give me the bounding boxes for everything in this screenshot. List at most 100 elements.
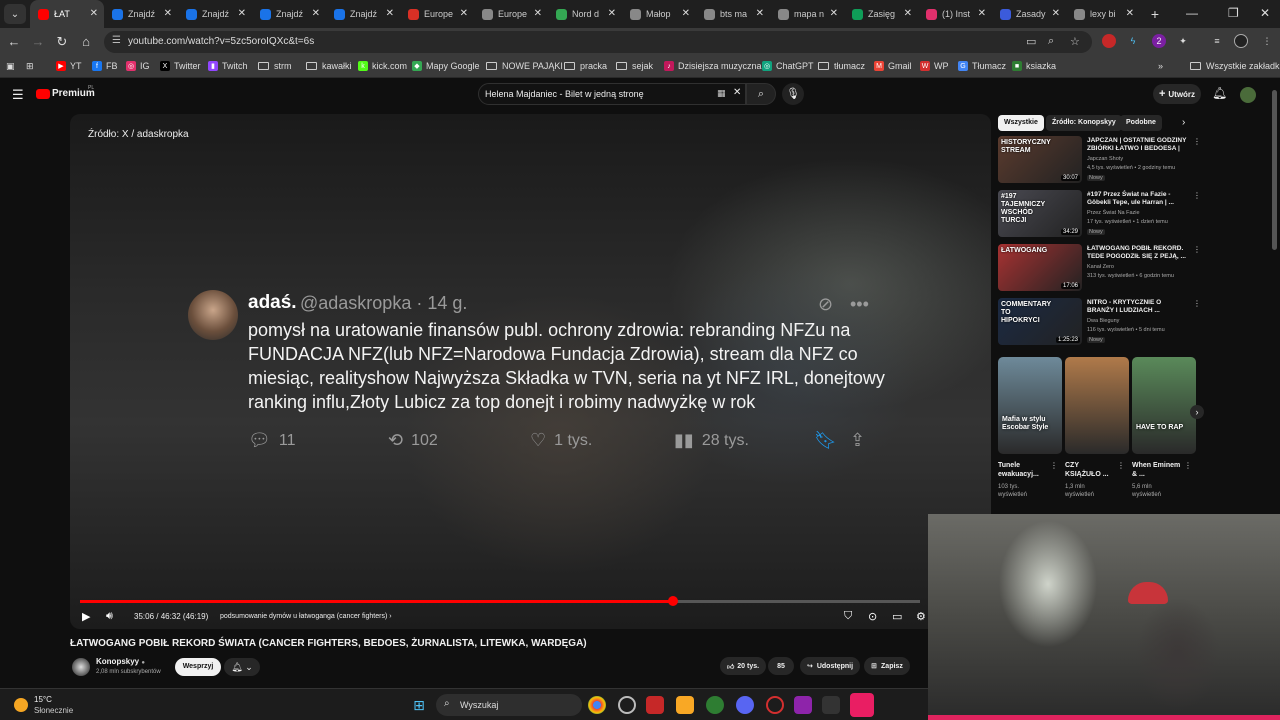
star-icon[interactable]: ☆ xyxy=(1070,35,1080,48)
rec-thumbnail[interactable]: COMMENTARY TO HIPOKRYCI 1:25:23 xyxy=(998,298,1082,345)
browser-tab[interactable]: Małop ✕ xyxy=(622,0,696,28)
opera-icon[interactable] xyxy=(766,696,784,714)
tab-close-icon[interactable]: ✕ xyxy=(682,8,690,19)
cast-icon[interactable]: ▭ xyxy=(1026,35,1036,48)
rec-title[interactable]: ŁATWOGANG POBIŁ REKORD. TEDE POGODZIŁ SI… xyxy=(1087,245,1189,261)
bookmark-item[interactable]: k kick.com xyxy=(358,61,407,71)
forward-icon[interactable]: → xyxy=(30,34,46,49)
search-input[interactable]: Helena Majdaniec - Bilet w jedną stronę … xyxy=(478,83,746,105)
tab-close-icon[interactable]: ✕ xyxy=(164,8,172,19)
rec-thumbnail[interactable]: ŁATWOGANG 17:06 xyxy=(998,244,1082,291)
reading-list-icon[interactable]: ≡ xyxy=(1210,34,1224,48)
tab-close-icon[interactable]: ✕ xyxy=(608,8,616,19)
more-bookmarks-icon[interactable]: » xyxy=(1158,61,1163,71)
browser-tab[interactable]: ŁAT ✕ xyxy=(30,0,104,28)
browser-tab[interactable]: Zasady ✕ xyxy=(992,0,1066,28)
tab-close-icon[interactable]: ✕ xyxy=(238,8,246,19)
chapter-title[interactable]: podsumowanie dymów u łatwoganga (cancer … xyxy=(220,613,392,620)
file-explorer-icon[interactable] xyxy=(676,696,694,714)
browser-tab[interactable]: Znajdź ✕ xyxy=(104,0,178,28)
tab-close-icon[interactable]: ✕ xyxy=(312,8,320,19)
bookmark-item[interactable]: ■ ksiazka xyxy=(1012,61,1056,71)
bookmark-item[interactable]: W WP xyxy=(920,61,949,71)
bell-icon[interactable]: 🔔︎ xyxy=(1212,86,1227,100)
bookmark-item[interactable]: ▶ YT xyxy=(56,61,82,71)
app-icon[interactable] xyxy=(646,696,664,714)
hamburger-menu-icon[interactable]: ☰ xyxy=(12,87,24,103)
tab-close-icon[interactable]: ✕ xyxy=(978,8,986,19)
zoom-icon[interactable]: ⌕ xyxy=(1048,35,1054,48)
app2-icon[interactable] xyxy=(794,696,812,714)
rec-title[interactable]: JAPCZAN | OSTATNIE GODZINY ZBIÓRKI ŁATWO… xyxy=(1087,137,1189,153)
window-close-icon[interactable]: ✕ xyxy=(1260,6,1270,20)
extensions-icon[interactable]: ✦ xyxy=(1176,34,1190,48)
browser-tab[interactable]: Europe ✕ xyxy=(400,0,474,28)
short-thumbnail[interactable]: HAVE TO RAP xyxy=(1132,357,1196,454)
autoplay-toggle[interactable]: ⊙ xyxy=(868,610,877,623)
account-avatar[interactable] xyxy=(1240,87,1256,103)
bookmark-item[interactable]: kawałki xyxy=(306,61,352,71)
bookmark-item[interactable]: NOWE PAJĄKI xyxy=(486,61,563,71)
back-icon[interactable]: ← xyxy=(6,34,22,49)
tab-close-icon[interactable]: ✕ xyxy=(1052,8,1060,19)
rec-channel[interactable]: Dwa Bieguny xyxy=(1087,318,1197,325)
rec-more-options-icon[interactable]: ⋮ xyxy=(1193,191,1201,200)
browser-tab[interactable]: Znajdź ✕ xyxy=(326,0,400,28)
profile-avatar[interactable] xyxy=(1234,34,1248,48)
sponsor-shield-icon[interactable]: ⛉ xyxy=(844,610,852,623)
home-icon[interactable]: ⌂ xyxy=(78,34,94,49)
share-button[interactable]: ↪ Udostępnij xyxy=(800,657,860,675)
reload-icon[interactable]: ↻ xyxy=(54,34,70,50)
short-more-options-icon[interactable]: ⋮ xyxy=(1184,461,1192,470)
tab-close-icon[interactable]: ✕ xyxy=(830,8,838,19)
settings-icon[interactable]: ⚙ xyxy=(916,610,926,623)
progress-scrubber[interactable] xyxy=(667,596,678,606)
rec-more-options-icon[interactable]: ⋮ xyxy=(1193,137,1201,146)
bookmark-item[interactable]: ♪ Dzisiejsza muzyczna... xyxy=(664,61,769,71)
rec-title[interactable]: #197 Przez Świat na Fazie - Göbekli Tepe… xyxy=(1087,191,1189,207)
tab-close-icon[interactable]: ✕ xyxy=(386,8,394,19)
address-bar[interactable]: ☰ youtube.com/watch?v=5zc5oroIQXc&t=6s ▭… xyxy=(104,31,1092,53)
bookmark-item[interactable]: sejak xyxy=(616,61,653,71)
subtitles-icon[interactable]: ▭ xyxy=(892,610,902,623)
extension-bolt-icon[interactable]: ϟ xyxy=(1126,34,1140,48)
all-bookmarks[interactable]: Wszystkie zakładki xyxy=(1190,61,1280,71)
tab-close-icon[interactable]: ✕ xyxy=(1126,8,1134,19)
chips-next-chevron-icon[interactable]: › xyxy=(1182,117,1185,128)
browser-tab[interactable]: Zasięg ✕ xyxy=(844,0,918,28)
shorts-next-chevron-icon[interactable]: › xyxy=(1190,405,1204,419)
browser-tab[interactable]: (1) Inst ✕ xyxy=(918,0,992,28)
tab-search-chevron-down-icon[interactable]: ⌄ xyxy=(4,4,26,24)
video-player[interactable]: Źródło: X / adaskropka adaś. @adaskropka… xyxy=(70,114,991,629)
shield-app-icon[interactable] xyxy=(706,696,724,714)
browser-tab[interactable]: Nord d ✕ xyxy=(548,0,622,28)
volume-icon[interactable]: 🔊︎ xyxy=(106,610,113,623)
mic-icon[interactable]: 🎙 xyxy=(782,83,804,105)
create-button[interactable]: + Utwórz xyxy=(1153,84,1201,104)
browser-tab[interactable]: Znajdź ✕ xyxy=(252,0,326,28)
browser-tab[interactable]: Europe ✕ xyxy=(474,0,548,28)
bookmark-item[interactable]: tłumacz xyxy=(818,61,865,71)
short-more-options-icon[interactable]: ⋮ xyxy=(1117,461,1125,470)
maximize-icon[interactable]: ❐ xyxy=(1228,6,1239,20)
tab-close-icon[interactable]: ✕ xyxy=(534,8,542,19)
comments-button[interactable]: 85 xyxy=(768,657,794,675)
rec-channel[interactable]: Przez Świat Na Fazie xyxy=(1087,210,1197,217)
bookmark-item[interactable]: ◎ IG xyxy=(126,61,150,71)
bookmark-item[interactable]: ▮ Twitch xyxy=(208,61,248,71)
short-thumbnail[interactable]: Mafia w stylu Escobar Style xyxy=(998,357,1062,454)
support-button[interactable]: Wesprzyj xyxy=(175,658,221,676)
discord-icon[interactable] xyxy=(736,696,754,714)
rec-title[interactable]: NITRO - KRYTYCZNIE O BRANŻY I LUDZIACH .… xyxy=(1087,299,1189,315)
site-info-tune-icon[interactable]: ☰ xyxy=(112,35,121,46)
browser-tab[interactable]: Znajdź ✕ xyxy=(178,0,252,28)
windows-start-icon[interactable]: ⊞ xyxy=(410,696,428,714)
rec-more-options-icon[interactable]: ⋮ xyxy=(1193,245,1201,254)
menu-icon[interactable]: ⋮ xyxy=(1260,34,1274,48)
short-more-options-icon[interactable]: ⋮ xyxy=(1050,461,1058,470)
extension-badge-icon[interactable]: 2 xyxy=(1152,34,1166,48)
rec-channel[interactable]: Japczan Shoty xyxy=(1087,156,1197,163)
short-title[interactable]: Tunele ewakuacyj... xyxy=(998,461,1048,479)
clear-search-close-icon[interactable]: ✕ xyxy=(733,87,741,98)
grid-icon[interactable]: ⊞ xyxy=(26,61,34,72)
